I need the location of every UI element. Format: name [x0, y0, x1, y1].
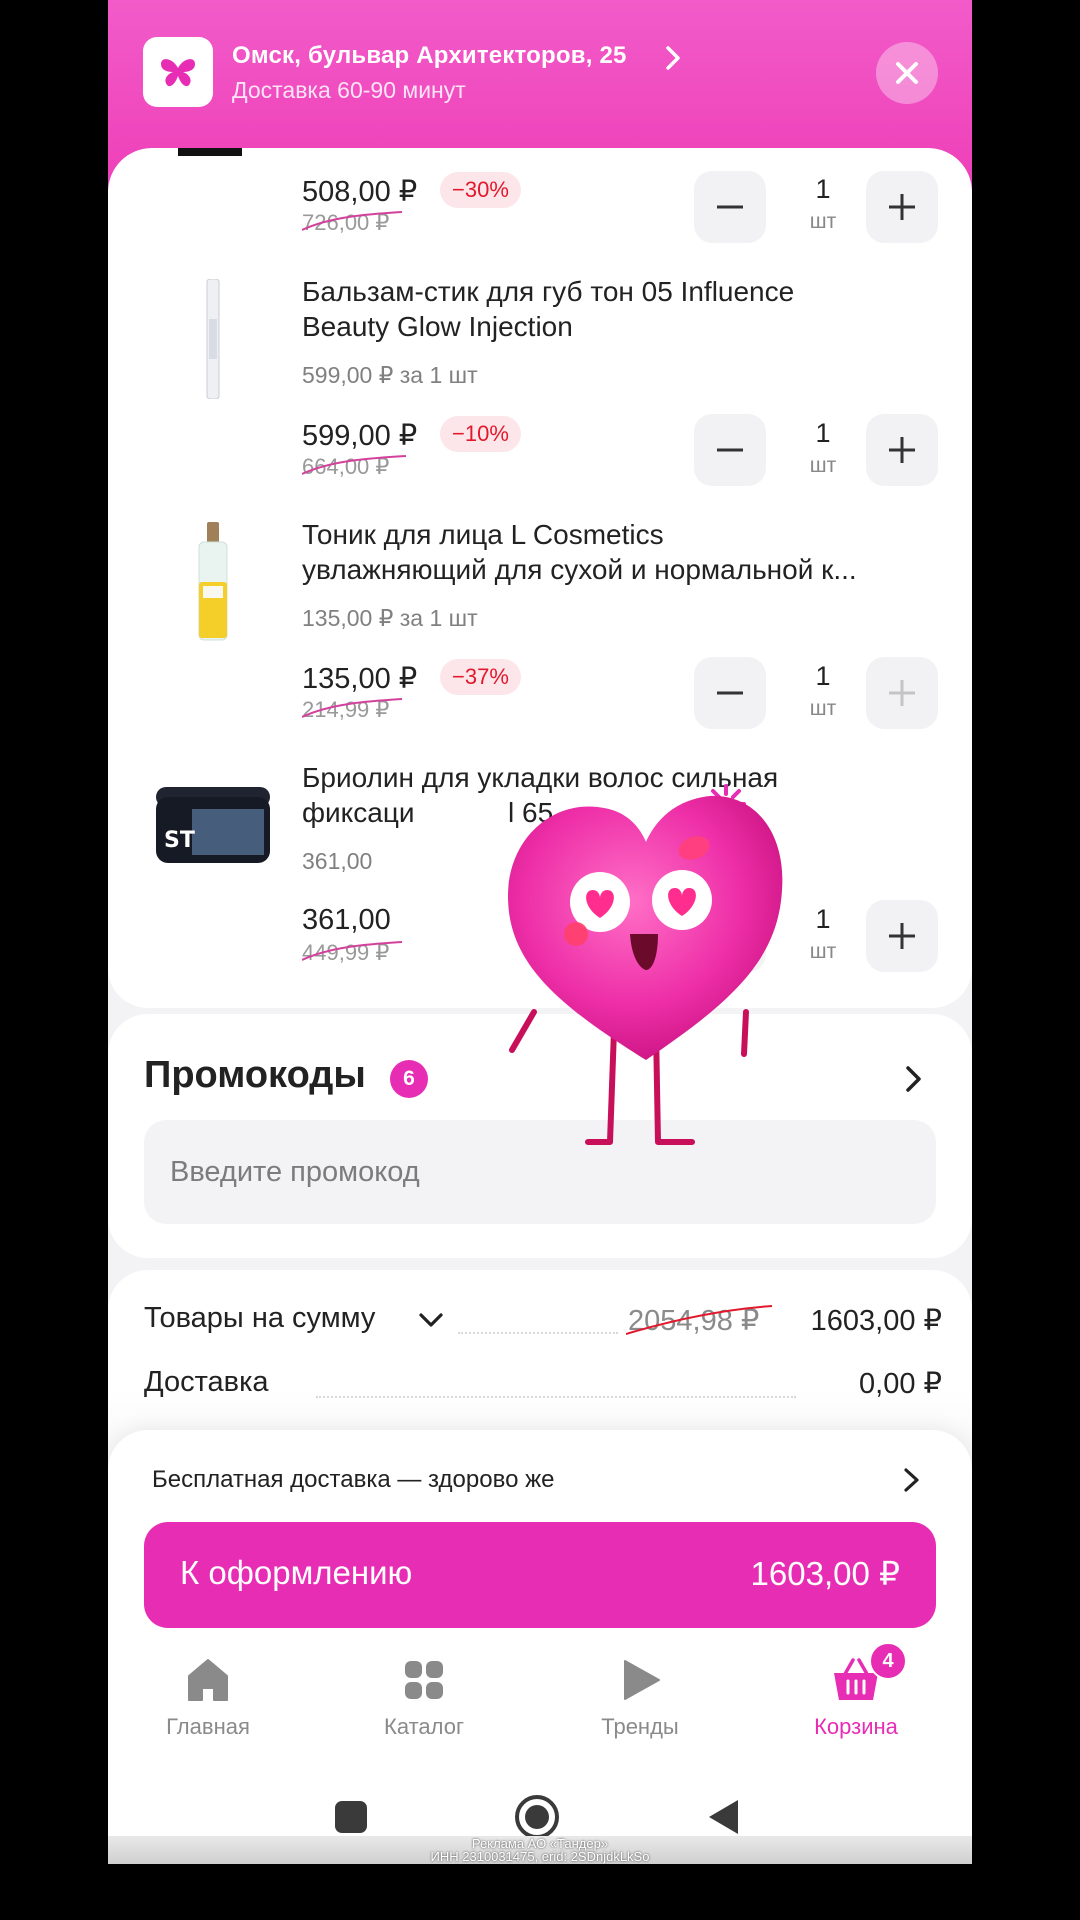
strike-line	[302, 698, 403, 718]
product-title-line2[interactable]: увлажняющий для сухой и нормальной к...	[302, 552, 942, 587]
tab-label: Корзина	[814, 1714, 898, 1739]
chevron-down-icon[interactable]	[416, 1310, 446, 1332]
strike-line	[626, 1305, 773, 1335]
checkout-button-amount: 1603,00 ₽	[750, 1555, 900, 1592]
dotted-leader	[458, 1332, 618, 1334]
ad-disclaimer: Реклама АО «Тандер» ИНН 2310031475, erid…	[108, 1836, 972, 1864]
recent-apps-icon[interactable]	[334, 1800, 368, 1834]
discount-badge: −10%	[440, 416, 521, 452]
minus-icon	[717, 448, 743, 452]
delivery-value: 0,00 ₽	[859, 1368, 942, 1400]
product-image[interactable]	[148, 274, 278, 404]
unit-price: 599,00 ₽ за 1 шт	[302, 362, 478, 388]
item-price: 508,00 ₽	[302, 176, 418, 208]
plus-icon	[889, 923, 915, 949]
strike-line	[302, 941, 403, 961]
play-icon	[624, 1660, 660, 1700]
chevron-right-icon[interactable]	[662, 44, 684, 72]
quantity-unit: шт	[809, 697, 837, 720]
plus-icon	[889, 680, 915, 706]
tab-cart[interactable]: Корзина 4	[776, 1642, 936, 1740]
quantity-value: 1	[815, 661, 831, 691]
product-title-line2[interactable]: Beauty Glow Injection	[302, 309, 942, 344]
home-circle-icon[interactable]	[514, 1794, 560, 1840]
delivery-time: Доставка 60-90 минут	[232, 77, 466, 103]
quantity-decrease-button[interactable]	[694, 171, 766, 243]
delivery-label: Доставка	[144, 1366, 269, 1398]
chevron-right-icon[interactable]	[900, 1464, 924, 1496]
quantity-increase-button-disabled	[866, 657, 938, 729]
delivery-address[interactable]: Омск, бульвар Архитекторов, 25	[232, 42, 627, 70]
product-image[interactable]: ST	[148, 760, 278, 890]
goods-total-label[interactable]: Товары на сумму	[144, 1302, 375, 1335]
quantity-value: 1	[815, 174, 831, 204]
checkout-panel: Бесплатная доставка — здорово же К оформ…	[108, 1430, 972, 1864]
product-title[interactable]: Бальзам-стик для губ тон 05 Influence	[302, 274, 942, 309]
discount-badge: −37%	[440, 659, 521, 695]
unit-price: 135,00 ₽ за 1 шт	[302, 605, 478, 631]
back-icon[interactable]	[706, 1798, 740, 1836]
checkout-button[interactable]: К оформлению 1603,00 ₽	[144, 1522, 936, 1628]
butterfly-logo-icon[interactable]	[143, 37, 213, 107]
item-price: 599,00 ₽	[302, 420, 418, 452]
quantity-unit: шт	[809, 210, 837, 233]
item-price: 135,00 ₽	[302, 663, 418, 695]
free-delivery-text[interactable]: Бесплатная доставка — здорово же	[152, 1466, 554, 1494]
quantity-increase-button[interactable]	[866, 414, 938, 486]
tab-catalog[interactable]: Каталог	[344, 1656, 504, 1740]
quantity-decrease-button[interactable]	[694, 657, 766, 729]
quantity-decrease-button[interactable]	[694, 414, 766, 486]
close-button[interactable]	[876, 42, 938, 104]
plus-icon	[889, 437, 915, 463]
quantity-unit: шт	[809, 454, 837, 477]
quantity-value: 1	[815, 418, 831, 448]
strike-line	[302, 455, 407, 475]
goods-total: 1603,00 ₽	[810, 1305, 942, 1337]
tab-label: Главная	[166, 1714, 250, 1739]
strike-line	[302, 211, 403, 231]
close-icon	[896, 62, 918, 84]
chevron-right-icon[interactable]	[900, 1062, 928, 1096]
tab-trends[interactable]: Тренды	[560, 1656, 720, 1740]
tab-label: Каталог	[384, 1714, 464, 1739]
minus-icon	[717, 205, 743, 209]
ad-line-2: ИНН 2310031475, erid: 2SDnjdkLkSo	[430, 1849, 650, 1864]
tab-label: Тренды	[601, 1714, 679, 1739]
product-title-line2[interactable]: фиксаци	[302, 795, 422, 830]
home-icon	[188, 1659, 228, 1701]
heart-mascot[interactable]	[496, 786, 796, 1146]
checkout-button-label: К оформлению	[180, 1554, 413, 1591]
quantity-unit: шт	[809, 940, 837, 963]
svg-text:ST: ST	[164, 828, 195, 853]
product-image[interactable]	[148, 517, 278, 647]
product-title[interactable]: Тоник для лица L Cosmetics	[302, 517, 942, 552]
dotted-leader	[316, 1396, 796, 1398]
item-price: 361,00	[302, 904, 391, 936]
unit-price: 361,00	[302, 848, 373, 874]
cart-count-badge: 4	[869, 1642, 907, 1680]
catalog-icon	[405, 1661, 443, 1699]
quantity-increase-button[interactable]	[866, 900, 938, 972]
plus-icon	[889, 194, 915, 220]
tab-home[interactable]: Главная	[128, 1656, 288, 1740]
quantity-value: 1	[815, 904, 831, 934]
minus-icon	[717, 691, 743, 695]
discount-badge: −30%	[440, 172, 521, 208]
promo-count-badge: 6	[390, 1060, 428, 1098]
product-image-partial	[178, 148, 242, 156]
bottom-tab-bar: Главная Каталог Тренды Корзина 4	[108, 1642, 972, 1766]
promo-title[interactable]: Промокоды	[144, 1054, 366, 1097]
app-screen: Омск, бульвар Архитекторов, 25 Доставка …	[108, 0, 972, 1864]
quantity-increase-button[interactable]	[866, 171, 938, 243]
